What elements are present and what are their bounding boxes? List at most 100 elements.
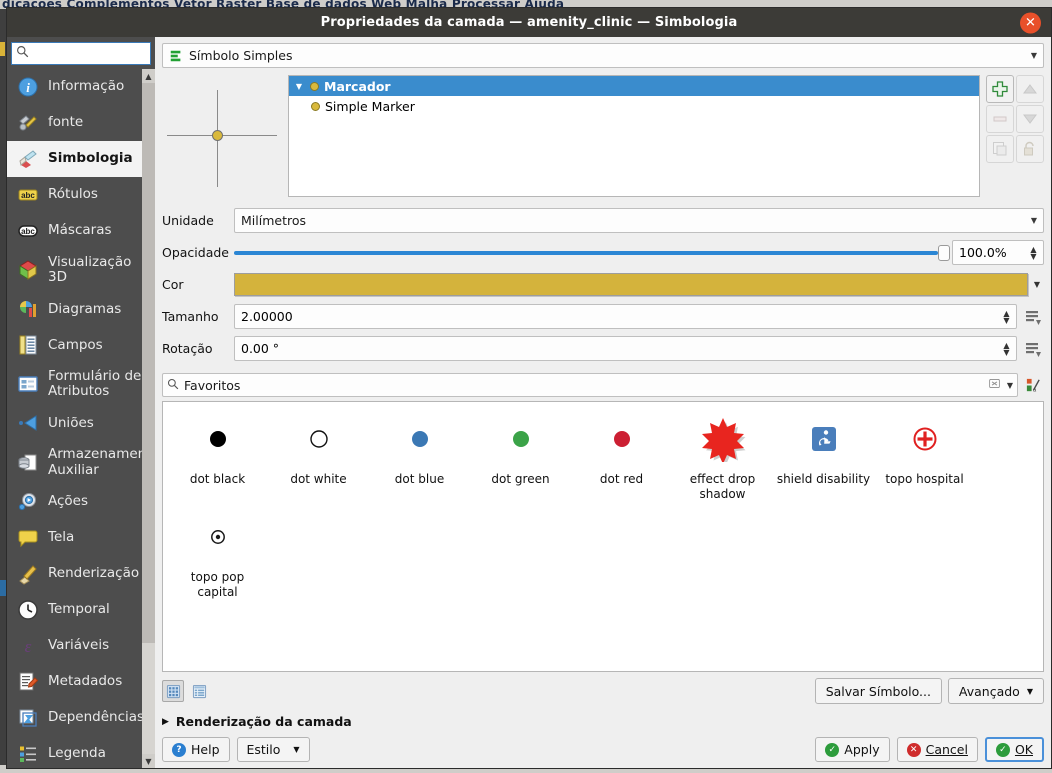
search-input[interactable] [32,44,186,63]
tree-row[interactable]: ▼ Marcador [289,76,979,96]
remove-symbol-layer-button[interactable] [986,105,1014,133]
symbol-layer-row: ▼ Marcador Simple Marker [162,75,1044,197]
tree-row[interactable]: Simple Marker [289,96,979,116]
layer-rendering-section[interactable]: ▶ Renderização da camada [162,714,1044,729]
symbol-type-value: Símbolo Simples [189,48,293,63]
size-spinbox[interactable]: 2.00000 ▲ ▼ [234,304,1017,329]
lock-layer-button[interactable] [1016,135,1044,163]
close-icon[interactable]: ✕ [1020,12,1041,33]
style-manager-icon[interactable]: a [1022,374,1044,396]
sidebar-item-rendering-brush[interactable]: Renderização [7,556,155,592]
symbol-item[interactable]: shield disability [773,416,874,514]
sidebar-item-dependencies[interactable]: Dependências [7,700,155,736]
ok-button[interactable]: ✓ OK [984,737,1044,762]
style-button[interactable]: Estilo ▼ [236,737,310,762]
spinner-arrows-icon[interactable]: ▲ ▼ [1026,245,1041,260]
sidebar-item-masks-abc[interactable]: abc Máscaras [7,213,155,249]
sidebar-item-legend[interactable]: Legenda [7,736,155,768]
sidebar-scrollbar[interactable]: ▲ ▼ [142,69,155,768]
color-swatch[interactable] [234,273,1028,296]
add-symbol-layer-button[interactable] [986,75,1014,103]
symbol-item[interactable]: effect drop shadow [672,416,773,514]
cancel-button[interactable]: ✕ Cancel [896,737,978,762]
sidebar-item-joins[interactable]: Uniões [7,405,155,441]
symbol-item[interactable]: topo hospital [874,416,975,514]
svg-text:a: a [1033,387,1037,393]
unit-label: Unidade [162,213,214,228]
icon-view-icon[interactable] [162,680,184,702]
opacity-value: 100.0% [959,245,1007,260]
scrollbar-thumb[interactable] [142,83,155,643]
rotation-data-defined-override-button[interactable] [1022,337,1044,361]
sidebar-item-auxiliary-storage[interactable]: Armazenamen Auxiliar [7,441,155,483]
sidebar-item-actions-gear[interactable]: Ações [7,484,155,520]
cancel-label: Cancel [925,742,968,757]
sidebar-item-label: fonte [48,114,84,131]
chevron-down-icon: ▼ [1030,51,1037,60]
spinner-arrows-icon[interactable]: ▲ ▼ [999,341,1014,356]
info-icon: i [16,75,40,99]
dot-green-icon [510,416,532,462]
advanced-button[interactable]: Avançado ▼ [947,678,1044,704]
help-label: Help [191,742,220,757]
symbol-layer-tree[interactable]: ▼ Marcador Simple Marker [288,75,980,197]
symbol-item[interactable]: dot black [167,416,268,514]
metadata-pencil-icon [16,670,40,694]
sidebar-item-fields-table[interactable]: Campos [7,327,155,363]
symbol-item[interactable]: dot green [470,416,571,514]
sidebar-item-label: Máscaras [48,222,112,239]
sidebar-item-labels-abc[interactable]: abc Rótulos [7,177,155,213]
slider-handle[interactable] [938,245,950,261]
scroll-up-icon[interactable]: ▲ [142,69,155,83]
size-row: Tamanho 2.00000 ▲ ▼ [162,303,1044,330]
duplicate-symbol-layer-button[interactable] [986,135,1014,163]
symbol-item[interactable]: dot blue [369,416,470,514]
sidebar-item-display-balloon[interactable]: Tela [7,520,155,556]
favorites-search-box[interactable]: Favoritos ▼ [162,373,1018,397]
symbol-item[interactable]: topo pop capital [167,514,268,612]
fields-table-icon [16,333,40,357]
move-up-button[interactable] [1016,75,1044,103]
sidebar-item-variables-epsilon[interactable]: ε Variáveis [7,628,155,664]
sidebar-item-cube-3d[interactable]: Visualização 3D [7,249,155,291]
symbol-browser-search-row: Favoritos ▼ a [162,373,1044,397]
opacity-slider[interactable] [234,240,950,265]
symbol-item-label: dot green [491,472,550,486]
chevron-down-icon[interactable]: ▼ [1030,272,1044,297]
apply-button[interactable]: ✓ Apply [815,737,890,762]
rotation-spinbox[interactable]: 0.00 ° ▲ ▼ [234,336,1017,361]
dialog-title: Propriedades da camada — amenity_clinic … [320,15,738,30]
help-button[interactable]: ? Help [162,737,230,762]
sidebar-item-metadata-pencil[interactable]: Metadados [7,664,155,700]
chevron-down-icon[interactable]: ▼ [293,82,305,91]
sidebar-search-box[interactable] [11,42,186,65]
symbol-item-label: shield disability [776,472,871,486]
symbol-type-combo[interactable]: Símbolo Simples ▼ [162,43,1044,68]
labels-abc-icon: abc [16,183,40,207]
unit-combo[interactable]: Milímetros ▼ [234,208,1044,233]
dot-black-icon [207,416,229,462]
list-view-icon[interactable] [188,680,210,702]
sidebar-item-info[interactable]: i Informação [7,69,155,105]
sidebar-item-clock[interactable]: Temporal [7,592,155,628]
move-down-button[interactable] [1016,105,1044,133]
clear-icon[interactable] [988,377,1001,393]
opacity-label: Opacidade [162,245,229,260]
svg-text:abc: abc [21,191,35,200]
sidebar-item-diagrams-chart[interactable]: Diagramas [7,291,155,327]
scroll-down-icon[interactable]: ▼ [142,754,155,768]
save-symbol-button[interactable]: Salvar Símbolo... [814,678,942,704]
sidebar-item-source[interactable]: fonte [7,105,155,141]
search-icon [167,378,179,393]
symbol-item[interactable]: dot white [268,416,369,514]
symbol-item-label: topo hospital [885,472,964,486]
opacity-spinbox[interactable]: 100.0% ▲ ▼ [952,240,1044,265]
symbol-gallery[interactable]: dot black dot white dot blue dot green dot r… [162,401,1044,672]
sidebar-item-symbology-brush[interactable]: Simbologia [7,141,155,177]
symbol-item[interactable]: dot red [571,416,672,514]
chevron-down-icon[interactable]: ▼ [1007,381,1013,390]
sidebar-item-attribute-form[interactable]: Formulário de Atributos [7,363,155,405]
size-data-defined-override-button[interactable] [1022,305,1044,329]
effect-drop-shadow-icon [699,416,747,462]
spinner-arrows-icon[interactable]: ▲ ▼ [999,309,1014,324]
